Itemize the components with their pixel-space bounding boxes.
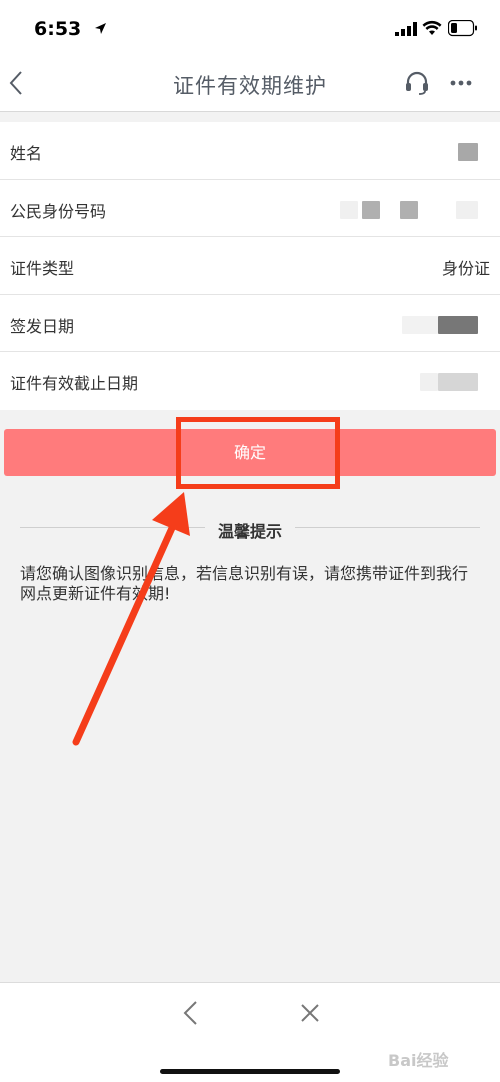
- home-indicator: [160, 1069, 340, 1074]
- more-options-icon[interactable]: [448, 70, 474, 96]
- watermark: Bai经验: [388, 1051, 449, 1070]
- redacted-value: [362, 200, 380, 219]
- form-row-issue-date: 签发日期: [0, 295, 500, 352]
- cellular-signal-icon: [395, 22, 417, 36]
- redacted-value: [400, 200, 418, 219]
- form-row-id-number: 公民身份号码: [0, 180, 500, 237]
- close-icon[interactable]: [298, 1001, 322, 1025]
- location-arrow-icon: [95, 23, 106, 34]
- tips-title: 温馨提示: [217, 522, 282, 541]
- divider-line: [295, 527, 480, 528]
- status-bar: 6:53: [0, 0, 500, 56]
- redacted-value: [420, 373, 438, 391]
- field-label: 姓名: [10, 144, 43, 163]
- bottom-toolbar: Bai经验: [0, 982, 500, 1082]
- redacted-value: [456, 200, 478, 219]
- tips-text: 请您确认图像识别信息，若信息识别有误，请您携带证件到我行网点更新证件有效期!: [20, 564, 469, 603]
- id-type-value: 身份证: [441, 259, 490, 278]
- form-list: 姓名 公民身份号码 证件类型 身份证 签发日期 证件有效截止日期: [0, 122, 500, 410]
- redacted-value: [402, 315, 438, 334]
- field-label: 公民身份号码: [10, 201, 107, 221]
- field-label: 证件有效截止日期: [10, 374, 139, 393]
- redacted-value: [340, 200, 358, 219]
- form-row-id-type: 证件类型 身份证: [0, 237, 500, 295]
- form-row-expiry-date: 证件有效截止日期: [0, 352, 500, 410]
- wifi-icon: [422, 20, 442, 35]
- back-chevron-icon[interactable]: [180, 999, 202, 1027]
- confirm-button[interactable]: 确定: [4, 429, 496, 476]
- battery-icon: [448, 20, 477, 37]
- headset-icon[interactable]: [404, 70, 430, 96]
- field-label: 证件类型: [10, 259, 75, 278]
- field-label: 签发日期: [10, 316, 75, 336]
- status-time: 6:53: [34, 18, 82, 40]
- redacted-value: [438, 373, 478, 391]
- redacted-value: [438, 315, 478, 334]
- nav-bar: 证件有效期维护: [0, 56, 500, 112]
- redacted-value: [458, 143, 478, 161]
- form-row-name: 姓名: [0, 122, 500, 180]
- tips-header: 温馨提示: [20, 518, 480, 541]
